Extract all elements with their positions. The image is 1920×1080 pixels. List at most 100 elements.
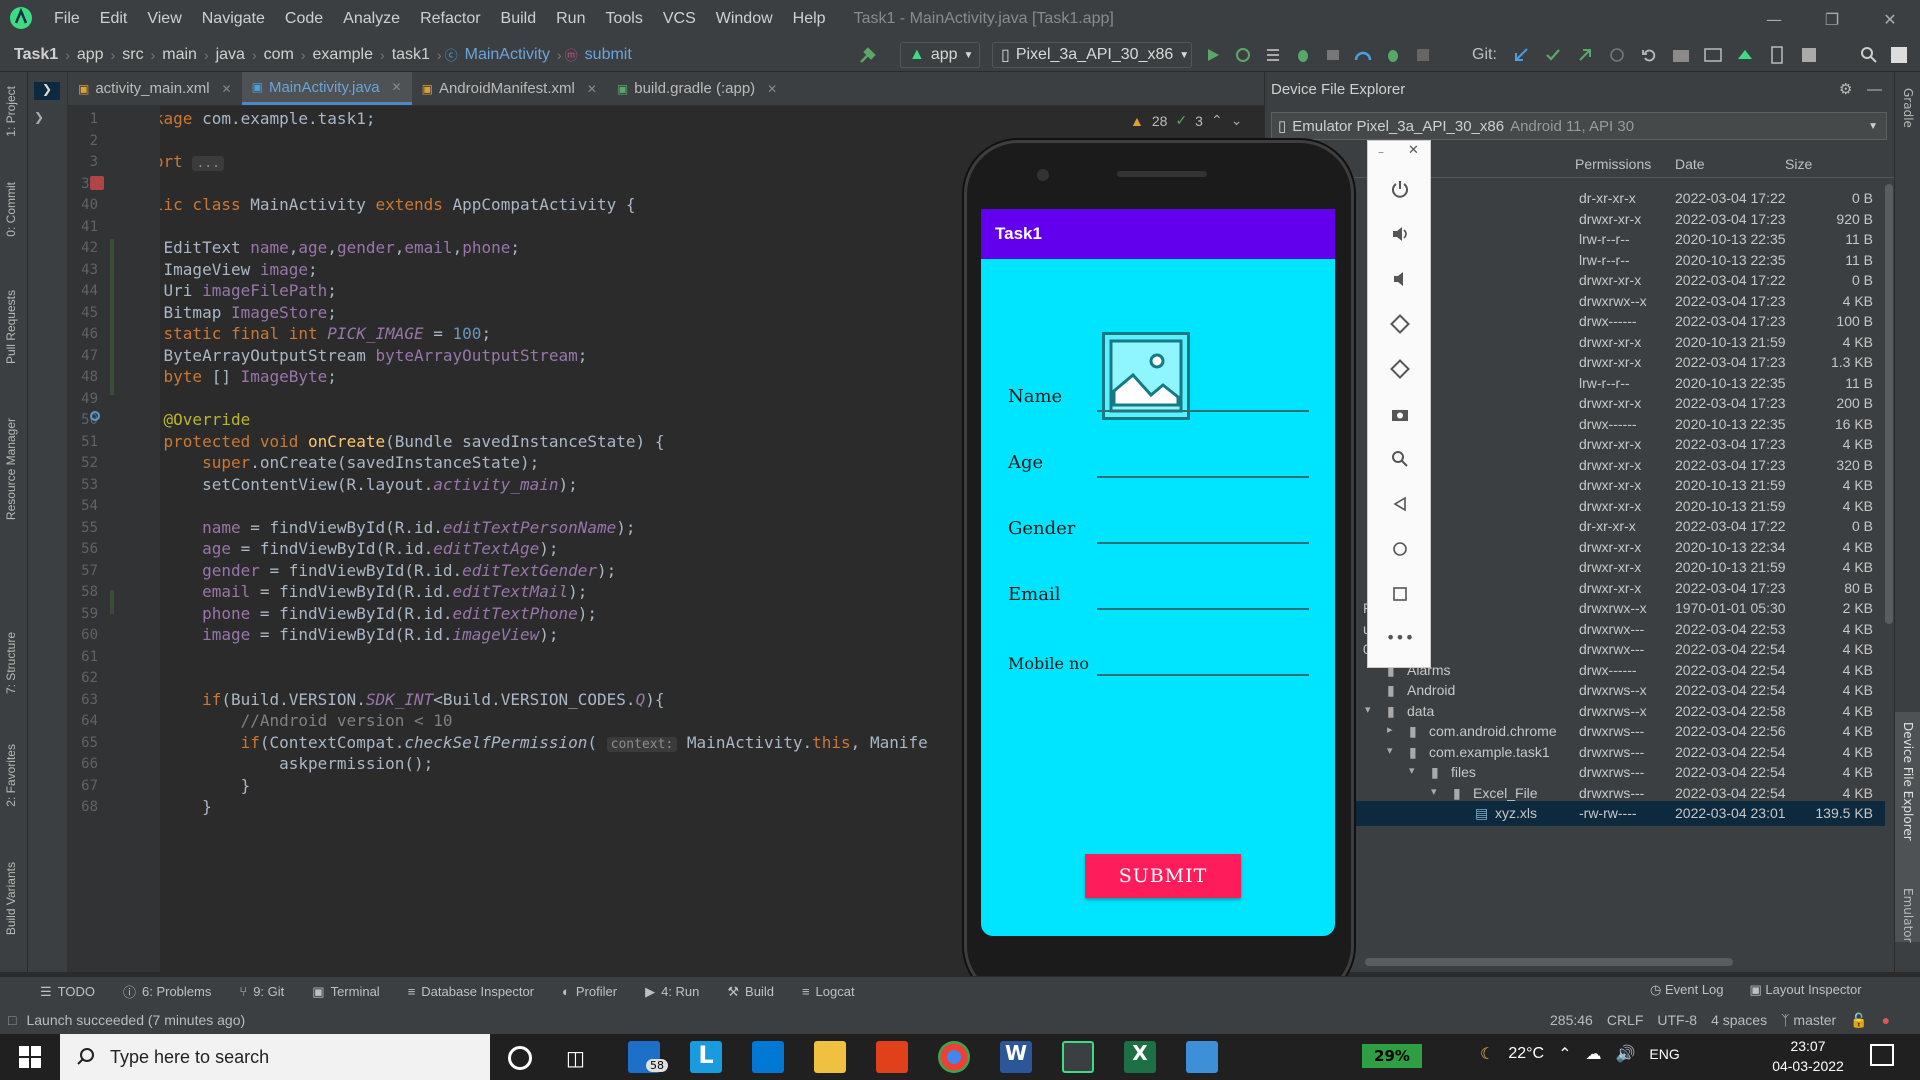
- memory-indicator-icon[interactable]: ●: [1882, 1012, 1890, 1028]
- avd-manager-icon[interactable]: [1700, 42, 1726, 68]
- menu-build[interactable]: Build: [491, 10, 547, 28]
- close-tab-icon[interactable]: ✕: [222, 82, 232, 96]
- rotate-right-icon[interactable]: [1388, 357, 1412, 381]
- volume-down-icon[interactable]: [1388, 267, 1412, 291]
- code-line[interactable]: if(Build.VERSION.SDK_INT<Build.VERSION_C…: [160, 690, 664, 709]
- menu-help[interactable]: Help: [783, 10, 836, 28]
- field-input-email[interactable]: [1097, 608, 1309, 610]
- breadcrumb-item[interactable]: MainActivity: [461, 46, 554, 64]
- close-tab-icon[interactable]: ✕: [392, 80, 402, 94]
- code-line[interactable]: }: [160, 797, 212, 816]
- code-line[interactable]: askpermission();: [160, 754, 433, 773]
- override-marker-icon[interactable]: [90, 176, 104, 190]
- file-row[interactable]: ▤ xyz.xls -rw-rw---- 2022-03-04 23:01 139.5 …: [1265, 801, 1885, 826]
- back-icon[interactable]: [1388, 492, 1412, 516]
- col-date[interactable]: Date: [1675, 156, 1705, 172]
- task-view-icon[interactable]: ◫: [566, 1046, 585, 1070]
- weather-moon-icon[interactable]: ☾: [1480, 1044, 1494, 1064]
- tool-9-git[interactable]: ⑂ 9: Git: [239, 984, 284, 999]
- event-log-button[interactable]: ◷ Event Log: [1650, 982, 1724, 998]
- col-size[interactable]: Size: [1785, 156, 1812, 172]
- code-line[interactable]: byte [] ImageByte;: [160, 367, 337, 386]
- gear-icon[interactable]: ⚙: [1839, 80, 1852, 98]
- menu-edit[interactable]: Edit: [90, 10, 138, 28]
- apply-changes-icon[interactable]: [1230, 42, 1256, 68]
- lock-icon[interactable]: 🔓: [1850, 1012, 1867, 1029]
- dfe-hscrollbar[interactable]: [1365, 958, 1733, 966]
- code-line[interactable]: super.onCreate(savedInstanceState);: [160, 453, 539, 472]
- tool-database-inspector[interactable]: ≡ Database Inspector: [408, 984, 534, 999]
- stop-icon[interactable]: [1410, 42, 1436, 68]
- code-line[interactable]: image = findViewById(R.id.imageView);: [160, 625, 558, 644]
- device-manager-icon[interactable]: [1764, 42, 1790, 68]
- breadcrumb-item[interactable]: src: [118, 46, 147, 64]
- tool-todo[interactable]: ☰ TODO: [40, 984, 95, 1000]
- menu-navigate[interactable]: Navigate: [192, 10, 275, 28]
- tool-profiler[interactable]: ◐ Profiler: [562, 984, 617, 999]
- code-line[interactable]: setContentView(R.layout.activity_main);: [160, 475, 578, 494]
- dfe-scrollbar[interactable]: [1885, 184, 1893, 624]
- sdk-manager-icon[interactable]: [1732, 42, 1758, 68]
- code-line[interactable]: email = findViewById(R.id.editTextMail);: [160, 582, 587, 601]
- breadcrumb-item[interactable]: example: [309, 46, 377, 64]
- minimize-button[interactable]: —: [1746, 0, 1802, 38]
- menu-view[interactable]: View: [137, 10, 191, 28]
- breadcrumb-item[interactable]: submit: [581, 46, 636, 64]
- code-line[interactable]: @Override: [160, 410, 251, 429]
- mail-app-icon[interactable]: 58: [628, 1041, 668, 1073]
- emulator-screen[interactable]: Task1 Name Age Gender Email Mobile no SUBMIT: [981, 209, 1335, 936]
- taskbar-search[interactable]: Type here to search: [60, 1034, 490, 1080]
- code-line[interactable]: gender = findViewById(R.id.editTextGende…: [160, 561, 616, 580]
- close-emulator-icon[interactable]: ✕: [1408, 143, 1419, 158]
- tool-build-variants[interactable]: Build Variants: [4, 862, 18, 935]
- l-app-icon[interactable]: L: [690, 1041, 722, 1073]
- camera-screenshot-icon[interactable]: [1388, 402, 1412, 426]
- chrome-icon[interactable]: [938, 1041, 970, 1073]
- line-separator[interactable]: CRLF: [1607, 1012, 1644, 1028]
- code-line[interactable]: ByteArrayOutputStream byteArrayOutputStr…: [160, 346, 588, 365]
- rotate-left-icon[interactable]: [1388, 312, 1412, 336]
- profile-icon[interactable]: [1350, 42, 1376, 68]
- field-input-gender[interactable]: [1097, 542, 1309, 544]
- code-line[interactable]: static final int PICK_IMAGE = 100;: [160, 324, 492, 343]
- menu-code[interactable]: Code: [275, 10, 333, 28]
- word-icon[interactable]: W: [1000, 1041, 1032, 1073]
- chevron-up-icon[interactable]: ⌃: [1558, 1044, 1571, 1064]
- battery-widget[interactable]: 29%: [1362, 1044, 1422, 1068]
- code-line[interactable]: //Android version < 10: [160, 711, 453, 730]
- more-icon[interactable]: •••: [1386, 625, 1414, 649]
- chevron-right-icon[interactable]: ▸: [1387, 723, 1393, 736]
- menu-tools[interactable]: Tools: [595, 10, 652, 28]
- language-indicator[interactable]: ENG: [1649, 1046, 1679, 1062]
- user-icon[interactable]: [1886, 42, 1912, 68]
- git-branch[interactable]: ᛉ master: [1781, 1012, 1836, 1028]
- menu-run[interactable]: Run: [546, 10, 595, 28]
- tool-terminal[interactable]: ▣ Terminal: [312, 984, 379, 1000]
- code-line[interactable]: }: [160, 776, 251, 795]
- power-icon[interactable]: [1388, 177, 1412, 201]
- tab-activity-main-xml[interactable]: ▣ activity_main.xml ✕: [68, 72, 242, 105]
- excel-icon[interactable]: X: [1124, 1041, 1156, 1073]
- minimize-emulator-icon[interactable]: –: [1378, 145, 1384, 159]
- chevron-up-icon[interactable]: ⌃: [1211, 112, 1223, 129]
- indent-setting[interactable]: 4 spaces: [1711, 1012, 1767, 1028]
- tool-6-problems[interactable]: ⓘ 6: Problems: [123, 982, 211, 1001]
- chevron-down-icon[interactable]: ▾: [1365, 703, 1371, 716]
- tab-build-gradle-app-[interactable]: ▣ build.gradle (:app) ✕: [607, 72, 787, 105]
- code-line[interactable]: Bitmap ImageStore;: [160, 303, 337, 322]
- submit-button[interactable]: SUBMIT: [1085, 854, 1241, 898]
- clock[interactable]: 23:07 04-03-2022: [1768, 1036, 1848, 1076]
- device-selector[interactable]: ▯ Pixel_3a_API_30_x86 ▼: [992, 42, 1192, 68]
- breadcrumb-item[interactable]: com: [260, 46, 298, 64]
- chevron-down-icon[interactable]: ▾: [1431, 785, 1437, 798]
- tab-mainactivity-java[interactable]: ▣ MainActivity.java ✕: [241, 72, 412, 105]
- tool-commit[interactable]: 0: Commit: [4, 182, 18, 237]
- tool-favorites[interactable]: 2: Favorites: [4, 744, 18, 807]
- tool-resource-manager[interactable]: Resource Manager: [4, 418, 18, 520]
- project-structure-icon[interactable]: [1668, 42, 1694, 68]
- menu-file[interactable]: File: [44, 10, 90, 28]
- override-method-icon[interactable]: [90, 411, 100, 421]
- tool-4-run[interactable]: ▶ 4: Run: [645, 984, 699, 1000]
- image-placeholder-icon[interactable]: [1102, 332, 1190, 420]
- field-input-name[interactable]: [1097, 410, 1309, 412]
